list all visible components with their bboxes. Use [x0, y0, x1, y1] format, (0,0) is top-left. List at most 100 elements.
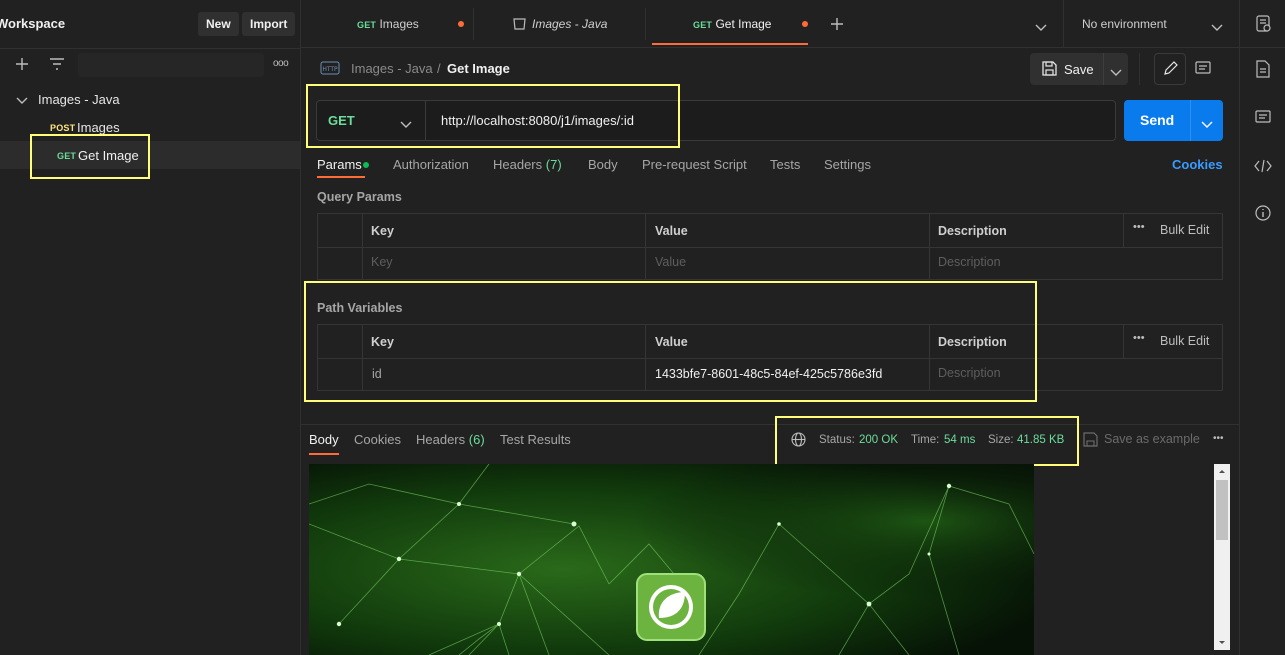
breadcrumb-collection[interactable]: Images - Java — [351, 61, 433, 76]
column-header: Description — [938, 224, 1007, 238]
tab-params[interactable]: Params — [317, 157, 362, 172]
query-params-title: Query Params — [317, 190, 402, 204]
import-button[interactable]: Import — [242, 12, 296, 36]
tab-label: Get Image — [715, 17, 772, 31]
col-divider — [929, 214, 930, 279]
right-rail — [1239, 48, 1285, 655]
highlight-box — [775, 416, 1079, 466]
code-icon[interactable] — [1254, 158, 1272, 177]
response-image — [309, 464, 1034, 655]
tab-label: Params — [317, 157, 362, 172]
comment-button[interactable] — [1195, 61, 1211, 80]
divider — [1103, 53, 1104, 85]
send-label: Send — [1140, 112, 1175, 128]
save-button[interactable]: Save — [1030, 53, 1128, 85]
http-icon: HTTP — [320, 60, 340, 79]
workspace-title: Workspace — [0, 16, 66, 31]
col-divider — [645, 214, 646, 279]
tab-badge: (7) — [545, 157, 562, 172]
bulk-edit-button[interactable]: Bulk Edit — [1160, 223, 1209, 237]
bulk-edit-button[interactable]: Bulk Edit — [1160, 334, 1209, 348]
divider — [1139, 53, 1140, 85]
row-divider — [318, 247, 1222, 248]
tab-authorization[interactable]: Authorization — [393, 157, 469, 172]
query-params-table: Key Value Description ••• Bulk Edit Key … — [317, 213, 1223, 280]
svg-text:HTTP: HTTP — [322, 66, 338, 73]
tab-images[interactable]: GET Images — [357, 0, 419, 46]
response-tab-test-results[interactable]: Test Results — [500, 432, 571, 447]
unsaved-dot — [458, 21, 464, 27]
chevron-down-icon[interactable] — [1211, 20, 1223, 35]
pane-divider — [301, 424, 1239, 425]
edit-button[interactable] — [1154, 53, 1186, 85]
collection-name: Images - Java — [38, 92, 120, 107]
tab-label: Images — [379, 17, 419, 31]
new-button[interactable]: New — [198, 12, 239, 36]
comments-icon[interactable] — [1255, 110, 1271, 129]
divider — [1239, 0, 1240, 48]
highlight-box — [306, 84, 680, 148]
chevron-down-icon[interactable] — [1110, 65, 1122, 80]
send-button[interactable]: Send — [1124, 100, 1223, 141]
tab-tests[interactable]: Tests — [770, 157, 800, 172]
more-options-icon[interactable]: ••• — [1213, 433, 1224, 444]
filter-icon[interactable] — [48, 57, 66, 71]
sidebar-divider — [0, 48, 301, 49]
column-header: Key — [371, 224, 394, 238]
response-tab-cookies[interactable]: Cookies — [354, 432, 401, 447]
more-options-icon[interactable]: ••• — [1133, 221, 1145, 233]
tab-get-image[interactable]: GET Get Image — [693, 0, 771, 46]
sidebar-search-input[interactable] — [78, 53, 264, 77]
value-input[interactable]: Value — [655, 255, 686, 269]
method-badge: POST — [50, 123, 76, 133]
highlight-box — [30, 134, 150, 179]
col-divider — [1123, 214, 1124, 247]
collection-icon — [513, 17, 526, 33]
add-icon[interactable] — [14, 56, 30, 72]
tab-label: Headers — [493, 157, 543, 172]
highlight-box — [304, 281, 1037, 402]
key-input[interactable]: Key — [371, 255, 393, 269]
active-tab-indicator — [317, 176, 365, 178]
cookies-link[interactable]: Cookies — [1172, 157, 1223, 172]
tab-label: Headers — [416, 432, 466, 447]
tab-badge: (6) — [468, 432, 485, 447]
environment-select[interactable]: No environment — [1082, 17, 1167, 31]
environment-quick-look-icon[interactable] — [1256, 15, 1272, 36]
tab-body[interactable]: Body — [588, 157, 618, 172]
method-badge: GET — [693, 20, 713, 30]
tab-divider — [645, 8, 646, 40]
response-tab-body[interactable]: Body — [309, 432, 339, 447]
tab-headers[interactable]: Headers (7) — [493, 157, 562, 172]
save-icon — [1083, 432, 1098, 450]
save-as-example-button[interactable]: Save as example — [1104, 432, 1200, 446]
divider — [1190, 100, 1191, 141]
more-options-icon[interactable]: ••• — [1133, 332, 1145, 344]
breadcrumb-separator: / — [437, 61, 441, 76]
method-badge: GET — [357, 20, 377, 30]
active-tab-indicator — [309, 453, 339, 455]
info-icon[interactable] — [1255, 205, 1271, 224]
documentation-icon[interactable] — [1256, 60, 1270, 81]
tab-settings[interactable]: Settings — [824, 157, 871, 172]
chevron-down-icon[interactable] — [1201, 117, 1213, 132]
collection-row[interactable]: Images - Java — [0, 85, 300, 113]
comment-icon — [1195, 61, 1211, 74]
col-divider — [1123, 325, 1124, 358]
new-tab-icon[interactable] — [830, 17, 844, 34]
pencil-icon — [1164, 61, 1178, 75]
divider — [1063, 0, 1064, 48]
active-tab-indicator — [652, 43, 808, 45]
sidebar: Workspace New Import ooo Images - Java P… — [0, 0, 301, 655]
sidebar-item-label: Images — [77, 120, 120, 135]
tab-images-java[interactable]: Images - Java — [532, 0, 607, 46]
tab-divider — [473, 8, 474, 40]
tab-pre-request-script[interactable]: Pre-request Script — [642, 157, 747, 172]
more-options-icon[interactable]: ooo — [273, 58, 289, 69]
scrollbar-thumb[interactable] — [1216, 480, 1228, 540]
chevron-down-icon[interactable] — [16, 94, 28, 109]
unsaved-dot — [802, 21, 808, 27]
tabs-dropdown-icon[interactable] — [1035, 20, 1047, 35]
description-input[interactable]: Description — [938, 255, 1001, 269]
response-tab-headers[interactable]: Headers (6) — [416, 432, 485, 447]
